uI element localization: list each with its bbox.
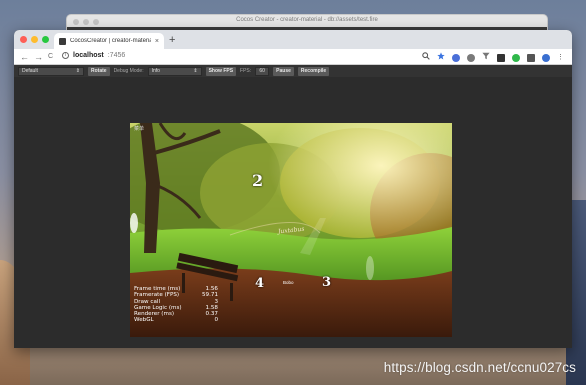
minimize-window-icon[interactable] — [31, 36, 38, 43]
url-port: :7456 — [107, 52, 126, 59]
fps-label: FPS: — [240, 68, 252, 74]
device-select-value: Default — [22, 68, 38, 74]
extension-toolbar: ⋮ — [422, 52, 564, 63]
tab-strip: CocosCreator | creator-material × + — [14, 30, 572, 49]
tab-title: CocosCreator | creator-material — [70, 38, 151, 44]
forward-button[interactable]: → — [34, 51, 43, 63]
stat-row: WebGL 0 — [134, 317, 218, 323]
stat-label: WebGL — [134, 317, 154, 324]
back-button[interactable]: ← — [20, 51, 29, 63]
cocos-preview-toolbar: Default ⇕ Rotate Debug Mode: Info ⇕ Show… — [14, 65, 572, 77]
site-info-icon[interactable]: i — [62, 52, 69, 59]
device-select[interactable]: Default ⇕ — [18, 66, 84, 76]
debug-mode-label: Debug Mode: — [113, 68, 144, 74]
browser-window: CocosCreator | creator-material × + ← → … — [14, 30, 572, 348]
close-window-icon[interactable] — [20, 36, 27, 43]
profile-avatar-icon[interactable] — [542, 53, 550, 62]
fps-input[interactable]: 60 — [255, 66, 270, 76]
show-fps-button[interactable]: Show FPS — [205, 66, 237, 76]
stat-value: 0 — [214, 317, 218, 324]
extension-square-icon[interactable] — [527, 53, 535, 62]
rotate-button[interactable]: Rotate — [88, 66, 110, 76]
new-tab-button[interactable]: + — [169, 33, 175, 47]
debug-mode-arrow-icon: ⇕ — [193, 68, 198, 74]
preview-content-area: 菜单 2 3 4 Juxtabus Bobo Frame time (ms) 1.… — [14, 77, 572, 348]
scene-small-label: Bobo — [283, 280, 294, 285]
scene-number-2: 2 — [252, 171, 264, 190]
debug-mode-value: Info — [151, 68, 160, 74]
extension-green-icon[interactable] — [512, 53, 520, 62]
profiler-stats: Frame time (ms) 1.56 Framerate (FPS) 59.71… — [134, 286, 218, 324]
url-host: localhost — [73, 52, 104, 59]
fullscreen-window-icon[interactable] — [42, 36, 49, 43]
address-bar: ← → C i localhost:7456 ⋮ — [14, 49, 572, 65]
filter-icon[interactable] — [482, 52, 490, 63]
window-controls — [20, 36, 49, 43]
csdn-watermark: https://blog.csdn.net/ccnu027cs — [383, 360, 576, 375]
menu-more-icon[interactable]: ⋮ — [557, 54, 564, 62]
extension-dark-icon[interactable] — [497, 53, 505, 62]
recompile-button[interactable]: Recompile — [297, 66, 330, 76]
game-canvas[interactable]: 菜单 2 3 4 Juxtabus Bobo Frame time (ms) 1.… — [130, 123, 452, 337]
debug-mode-select[interactable]: Info ⇕ — [147, 66, 202, 76]
scene-number-4: 4 — [255, 276, 265, 291]
background-window-title: Cocos Creator - creator-material - db://… — [236, 17, 378, 23]
bookmark-star-icon[interactable] — [437, 52, 445, 63]
tab-cocos-preview[interactable]: CocosCreator | creator-material × — [54, 33, 164, 49]
fps-value: 60 — [259, 68, 265, 74]
extension-blue-icon[interactable] — [452, 53, 460, 62]
canvas-corner-label: 菜单 — [134, 126, 145, 132]
extension-gray-icon[interactable] — [467, 53, 475, 62]
scene-number-3: 3 — [322, 275, 332, 290]
url-field[interactable]: i localhost:7456 — [62, 52, 125, 59]
device-select-arrow-icon: ⇕ — [75, 68, 80, 74]
cocos-favicon-icon — [59, 37, 66, 45]
tab-close-icon[interactable]: × — [155, 38, 159, 45]
search-icon[interactable] — [422, 52, 430, 63]
pause-button[interactable]: Pause — [273, 66, 294, 76]
reload-button[interactable]: C — [48, 51, 53, 63]
